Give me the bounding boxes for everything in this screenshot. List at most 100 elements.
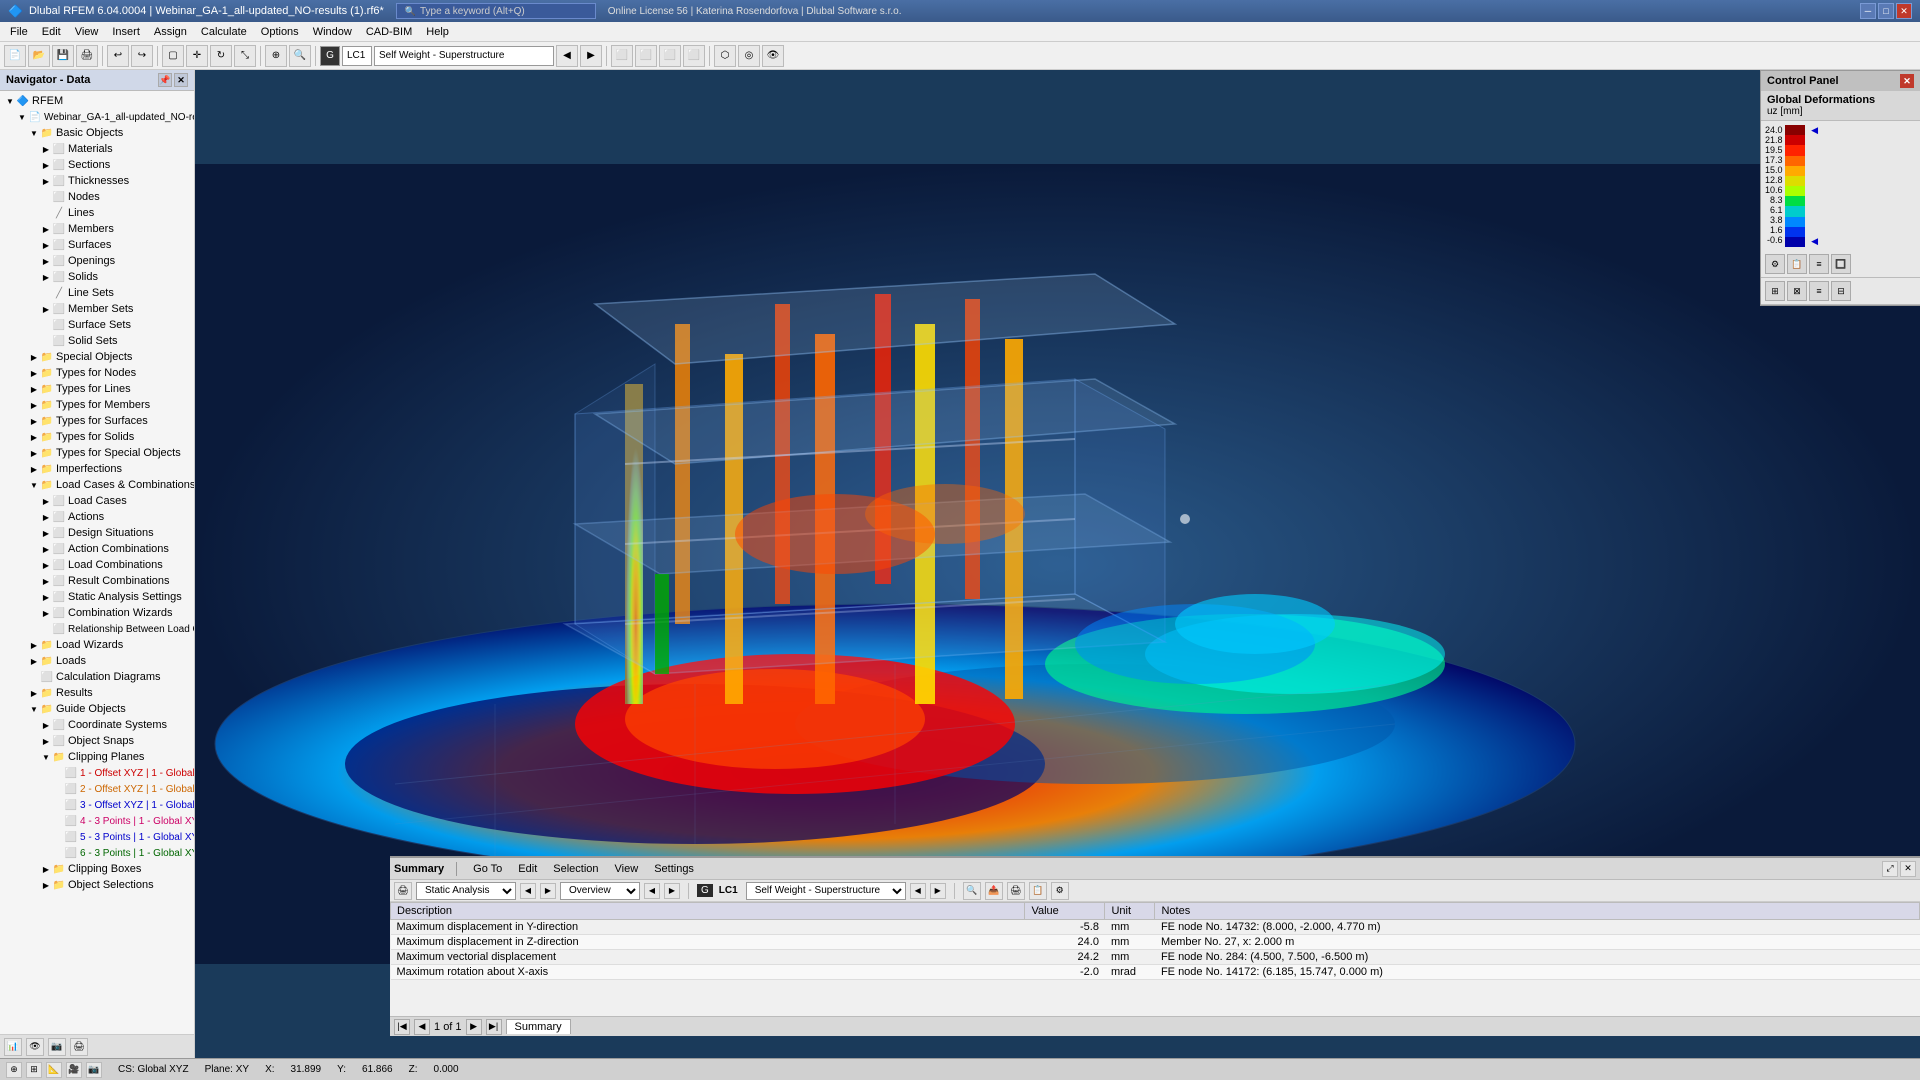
- tree-load-cases[interactable]: ▶ ⬜ Load Cases: [0, 493, 194, 509]
- lc-next[interactable]: ▶: [930, 883, 946, 899]
- cp-icon3[interactable]: ≡: [1809, 254, 1829, 274]
- menu-calculate[interactable]: Calculate: [195, 25, 253, 39]
- toggle-action-combs[interactable]: ▶: [40, 543, 52, 555]
- tree-cp1[interactable]: ⬜ 1 - Offset XYZ | 1 - Global X: [0, 765, 194, 781]
- bt-filter[interactable]: ⚙: [1051, 882, 1069, 900]
- tree-actions[interactable]: ▶ ⬜ Actions: [0, 509, 194, 525]
- maximize-button[interactable]: □: [1878, 3, 1894, 19]
- bottom-next-overview[interactable]: ▶: [664, 883, 680, 899]
- toolbar-prev-lc[interactable]: ◀: [556, 45, 578, 67]
- tree-object-snaps[interactable]: ▶ ⬜ Object Snaps: [0, 733, 194, 749]
- tree-relationship-loads[interactable]: ⬜ Relationship Between Load C: [0, 621, 194, 637]
- lc-number-combo[interactable]: LC1: [342, 46, 372, 66]
- cp-icon4[interactable]: 🔲: [1831, 254, 1851, 274]
- toggle-result-combs[interactable]: ▶: [40, 575, 52, 587]
- toolbar-redo[interactable]: ↪: [131, 45, 153, 67]
- toggle-load-combs[interactable]: ▶: [40, 559, 52, 571]
- cp-icon2[interactable]: 📋: [1787, 254, 1807, 274]
- cp-icon8[interactable]: ⊟: [1831, 281, 1851, 301]
- toolbar-zoom-in[interactable]: 🔍: [289, 45, 311, 67]
- bottom-settings[interactable]: Settings: [650, 862, 698, 876]
- toggle-sections[interactable]: ▶: [40, 159, 52, 171]
- toggle-coord-sys[interactable]: ▶: [40, 719, 52, 731]
- nav-next[interactable]: ▶: [466, 1019, 482, 1035]
- bottom-prev-analysis[interactable]: ◀: [520, 883, 536, 899]
- tree-load-combinations[interactable]: ▶ ⬜ Load Combinations: [0, 557, 194, 573]
- summary-tab[interactable]: Summary: [506, 1019, 571, 1034]
- tree-basic-objects[interactable]: ▼ 📁 Basic Objects: [0, 125, 194, 141]
- toggle-materials[interactable]: ▶: [40, 143, 52, 155]
- toolbar-next-lc[interactable]: ▶: [580, 45, 602, 67]
- bottom-tb-icon1[interactable]: 🖨: [394, 882, 412, 900]
- toggle-solids[interactable]: ▶: [40, 271, 52, 283]
- tree-types-members[interactable]: ▶ 📁 Types for Members: [0, 397, 194, 413]
- tree-cp5[interactable]: ⬜ 5 - 3 Points | 1 - Global XYZ: [0, 829, 194, 845]
- status-icon5[interactable]: 📷: [86, 1062, 102, 1078]
- viewport-3d[interactable]: Control Panel ✕ Global Deformations uz […: [195, 70, 1920, 1058]
- toolbar-view3[interactable]: ⬜: [659, 45, 681, 67]
- toolbar-select[interactable]: ▢: [162, 45, 184, 67]
- toggle-types-nodes[interactable]: ▶: [28, 367, 40, 379]
- bottom-goto[interactable]: Go To: [469, 862, 506, 876]
- tree-types-special[interactable]: ▶ 📁 Types for Special Objects: [0, 445, 194, 461]
- bottom-next-analysis[interactable]: ▶: [540, 883, 556, 899]
- tree-line-sets[interactable]: ╱ Line Sets: [0, 285, 194, 301]
- toolbar-open[interactable]: 📂: [28, 45, 50, 67]
- tree-types-solids[interactable]: ▶ 📁 Types for Solids: [0, 429, 194, 445]
- tree-surface-sets[interactable]: ⬜ Surface Sets: [0, 317, 194, 333]
- toggle-types-members[interactable]: ▶: [28, 399, 40, 411]
- toggle-members[interactable]: ▶: [40, 223, 52, 235]
- toggle-guide-objects[interactable]: ▼: [28, 703, 40, 715]
- toggle-basic[interactable]: ▼: [28, 127, 40, 139]
- cp-icon6[interactable]: ⊠: [1787, 281, 1807, 301]
- bottom-prev-overview[interactable]: ◀: [644, 883, 660, 899]
- tree-cp2[interactable]: ⬜ 2 - Offset XYZ | 1 - Global X: [0, 781, 194, 797]
- tree-cp4[interactable]: ⬜ 4 - 3 Points | 1 - Global XYZ: [0, 813, 194, 829]
- toggle-load-cases[interactable]: ▶: [40, 495, 52, 507]
- navigator-close[interactable]: ✕: [174, 73, 188, 87]
- tree-static-analysis[interactable]: ▶ ⬜ Static Analysis Settings: [0, 589, 194, 605]
- tree-action-combinations[interactable]: ▶ ⬜ Action Combinations: [0, 541, 194, 557]
- toggle-comb-wizards[interactable]: ▶: [40, 607, 52, 619]
- tree-sections[interactable]: ▶ ⬜ Sections: [0, 157, 194, 173]
- tree-design-situations[interactable]: ▶ ⬜ Design Situations: [0, 525, 194, 541]
- toggle-types-lines[interactable]: ▶: [28, 383, 40, 395]
- toggle-obj-selections[interactable]: ▶: [40, 879, 52, 891]
- menu-help[interactable]: Help: [420, 25, 455, 39]
- toggle-load-cases-combs[interactable]: ▼: [28, 479, 40, 491]
- bt-export[interactable]: 📤: [985, 882, 1003, 900]
- toggle-actions[interactable]: ▶: [40, 511, 52, 523]
- menu-edit[interactable]: Edit: [36, 25, 67, 39]
- tree-types-nodes[interactable]: ▶ 📁 Types for Nodes: [0, 365, 194, 381]
- toggle-load-wizards[interactable]: ▶: [28, 639, 40, 651]
- toggle-calc-diagrams[interactable]: [28, 671, 40, 683]
- bottom-selection[interactable]: Selection: [549, 862, 602, 876]
- bottom-expand[interactable]: ⤢: [1882, 861, 1898, 877]
- lc-type-combo[interactable]: G: [320, 46, 340, 66]
- toggle-rfem[interactable]: ▼: [4, 95, 16, 107]
- toggle-nodes[interactable]: [40, 191, 52, 203]
- tree-guide-objects[interactable]: ▼ 📁 Guide Objects: [0, 701, 194, 717]
- nav-bottom-display[interactable]: 👁: [26, 1038, 44, 1056]
- toolbar-display[interactable]: 👁: [762, 45, 784, 67]
- nav-first[interactable]: |◀: [394, 1019, 410, 1035]
- tree-members[interactable]: ▶ ⬜ Members: [0, 221, 194, 237]
- toggle-rel-loads[interactable]: [40, 623, 52, 635]
- navigator-pin[interactable]: 📌: [158, 73, 172, 87]
- cp-icon1[interactable]: ⚙: [1765, 254, 1785, 274]
- toggle-surfaces[interactable]: ▶: [40, 239, 52, 251]
- toolbar-print[interactable]: 🖨: [76, 45, 98, 67]
- toggle-static[interactable]: ▶: [40, 591, 52, 603]
- nav-last[interactable]: ▶|: [486, 1019, 502, 1035]
- cp-icon5[interactable]: ⊞: [1765, 281, 1785, 301]
- menu-file[interactable]: File: [4, 25, 34, 39]
- nav-bottom-options[interactable]: 📷: [48, 1038, 66, 1056]
- menu-cad-bim[interactable]: CAD-BIM: [360, 25, 418, 39]
- bottom-edit[interactable]: Edit: [514, 862, 541, 876]
- tree-rfem-root[interactable]: ▼ 🔷 RFEM: [0, 93, 194, 109]
- status-icon4[interactable]: 🎥: [66, 1062, 82, 1078]
- toggle-thicknesses[interactable]: ▶: [40, 175, 52, 187]
- toggle-solid-sets[interactable]: [40, 335, 52, 347]
- tree-combination-wizards[interactable]: ▶ ⬜ Combination Wizards: [0, 605, 194, 621]
- lc-name-combo[interactable]: Self Weight - Superstructure: [374, 46, 554, 66]
